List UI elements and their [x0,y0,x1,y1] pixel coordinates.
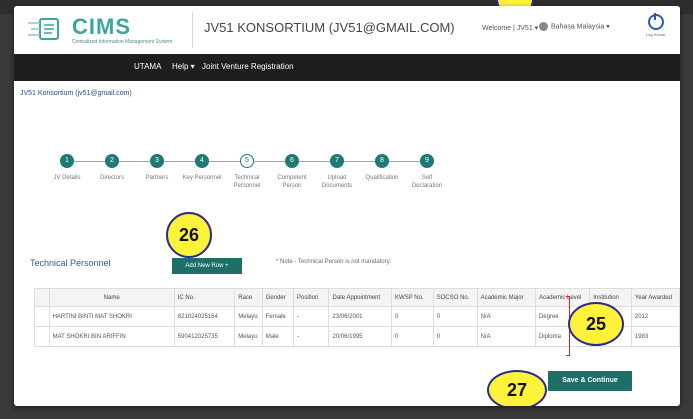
step-4-circle[interactable]: 4 [195,154,209,168]
mandatory-note: * Note - Technical Person is not mandato… [276,259,391,265]
step-6-circle[interactable]: 6 [285,154,299,168]
table-header-cell: Gender [261,288,295,307]
main-navbar: UTAMA Help ▾ Joint Venture Registration [14,54,680,81]
table-cell: 0 [432,326,478,347]
app-header: CIMS Centralized Information Management … [14,6,680,54]
cims-logo-icon [28,18,59,40]
step-7-circle[interactable]: 7 [330,154,344,168]
header-divider [192,12,193,48]
cims-logo[interactable]: CIMS Centralized Information Management … [28,12,178,48]
table-header-cell: Academic Major [476,288,536,307]
table-cell: 0 [391,326,434,347]
table-cell: 23/06/2001 [328,306,393,327]
step-5-label: Technical Personnel [233,175,261,189]
step-3-circle[interactable]: 3 [150,154,164,168]
table-header-cell: Year Awarded [630,288,680,307]
table-cell [34,306,50,327]
globe-icon [539,22,548,31]
table-cell: N/A [476,326,536,347]
logo-text: CIMS [72,14,131,39]
language-selector[interactable]: Bahasa Malaysia ▾ [539,22,610,31]
table-header-cell: Race [234,288,263,307]
table-cell: - [293,306,330,327]
callout-27: 27 [487,370,547,406]
nav-item-help[interactable]: Help ▾ [172,62,195,71]
step-1-circle[interactable]: 1 [60,154,74,168]
logout-label: Log Keluar [646,32,666,37]
step-9-circle[interactable]: 9 [420,154,434,168]
save-continue-button[interactable]: Save & Continue [548,371,632,391]
table-cell: MAT SHOKRI BIN ARIFFIN [48,326,175,347]
table-header-cell: Name [48,288,175,307]
step-5-circle[interactable]: 5 [240,154,254,168]
logout-button[interactable]: Log Keluar [646,13,666,37]
table-cell: Female [261,306,295,327]
add-new-row-button[interactable]: Add New Row + [172,258,242,274]
table-cell: - [293,326,330,347]
table-header-cell: KWSP No. [391,288,434,307]
language-label: Bahasa Malaysia ▾ [551,23,610,31]
table-cell: Melayu [234,326,263,347]
nav-item-utama[interactable]: UTAMA [134,62,161,71]
table-header-cell: Position [293,288,330,307]
table-cell: 1983 [630,326,680,347]
registration-stepper: 1 JV Details 2 Directors 3 Partners 4 Ke… [14,146,680,206]
step-1-label: JV Details [53,175,81,181]
section-title: Technical Personnel [30,258,111,268]
step-7-label: Upload Documents [321,175,353,189]
table-header-cell [34,288,50,307]
table-header-cell: IC No. [173,288,236,307]
table-cell: 2012 [630,306,680,327]
app-window: CIMS Centralized Information Management … [14,6,680,406]
callout-25: 25 [568,302,624,346]
table-cell: 0 [391,306,434,327]
table-cell: Melayu [234,306,263,327]
step-2-circle[interactable]: 2 [105,154,119,168]
step-3-label: Partners [145,175,169,181]
table-cell: 20/06/1995 [328,326,393,347]
step-8-circle[interactable]: 8 [375,154,389,168]
table-cell: 590412025735 [173,326,236,347]
table-cell: HARTINI BINTI MAT SHOKRI [48,306,175,327]
step-2-label: Directors [99,175,124,181]
table-cell: 0 [432,306,478,327]
breadcrumb[interactable]: JV51 Konsortium (jv51@gmail.com) [20,90,132,97]
user-menu[interactable]: Welcome | JV51 ▾ [482,24,538,32]
step-8-label: Qualification [365,175,399,181]
table-cell: N/A [476,306,536,327]
step-6-label: Competent Person [277,175,307,189]
callout-26: 26 [166,212,212,258]
step-9-label: Self Declaration [411,175,443,189]
table-header-cell: Date Appointment [328,288,393,307]
table-header-cell: SOCSO No. [432,288,478,307]
table-cell: 821024025164 [173,306,236,327]
logo-subtitle: Centralized Information Management Syste… [72,39,173,45]
power-icon [647,13,664,30]
table-cell: Male [261,326,295,347]
table-cell [34,326,50,347]
step-4-label: Key Personnel [182,175,222,181]
page-title: JV51 KONSORTIUM (JV51@GMAIL.COM) [204,20,455,35]
nav-item-jv-registration[interactable]: Joint Venture Registration [202,62,294,71]
